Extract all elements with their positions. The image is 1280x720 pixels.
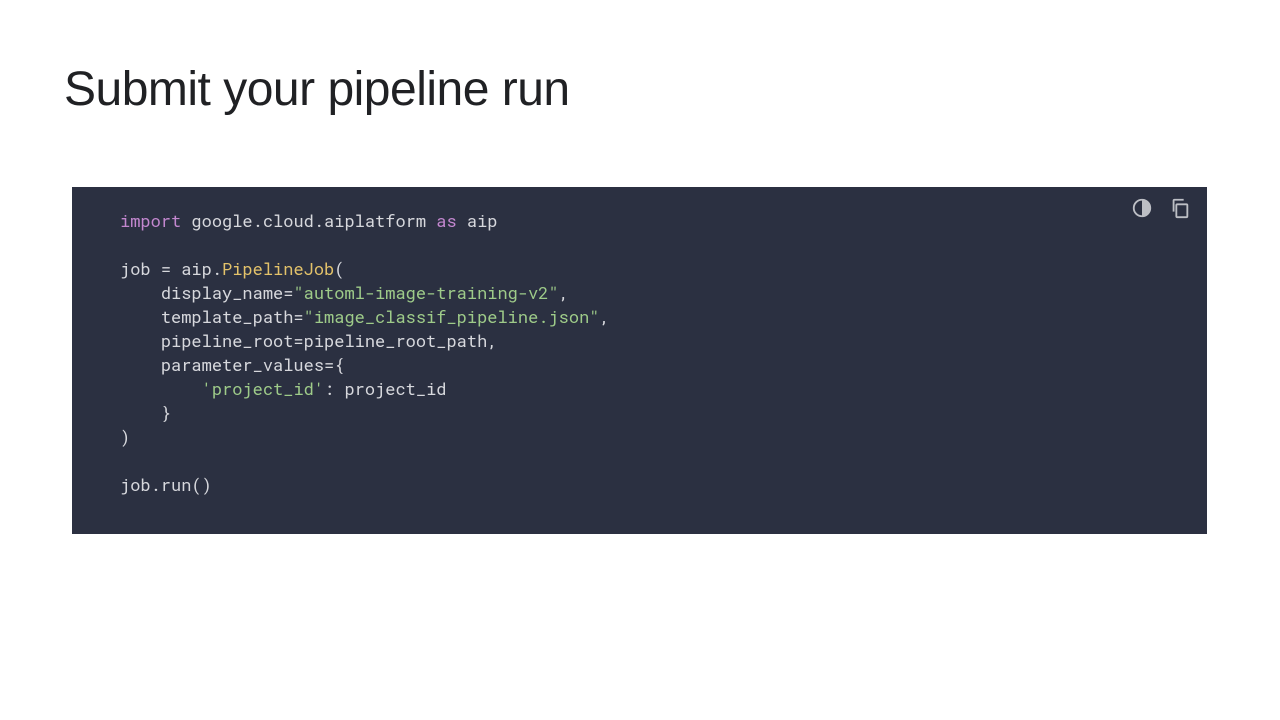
kwarg-display-name: display_name= bbox=[161, 281, 294, 304]
dict-key-project-id: 'project_id' bbox=[202, 377, 324, 400]
str-template-path: "image_classif_pipeline.json" bbox=[304, 305, 600, 328]
keyword-as: as bbox=[436, 209, 456, 232]
kwarg-template-path: template_path= bbox=[161, 305, 304, 328]
theme-toggle-icon[interactable] bbox=[1131, 197, 1153, 219]
close-brace: } bbox=[161, 401, 171, 424]
code-content: import google.cloud.aiplatform as aip jo… bbox=[120, 209, 1181, 497]
call-job-run: job.run() bbox=[120, 473, 212, 496]
copy-icon[interactable] bbox=[1169, 197, 1191, 219]
keyword-import: import bbox=[120, 209, 181, 232]
open-paren: ( bbox=[334, 257, 344, 280]
code-toolbar bbox=[1131, 197, 1191, 219]
kwarg-parameter-values: parameter_values={ bbox=[161, 353, 345, 376]
dot: . bbox=[212, 257, 222, 280]
kwarg-pipeline-root: pipeline_root=pipeline_root_path, bbox=[161, 329, 498, 352]
close-paren: ) bbox=[120, 425, 130, 448]
page-title: Submit your pipeline run bbox=[64, 62, 570, 117]
class-pipelinejob: PipelineJob bbox=[222, 257, 334, 280]
comma: , bbox=[600, 305, 610, 328]
comma: , bbox=[559, 281, 569, 304]
str-display-name: "automl-image-training-v2" bbox=[293, 281, 558, 304]
code-block: import google.cloud.aiplatform as aip jo… bbox=[72, 187, 1207, 534]
alias-ref: aip bbox=[181, 257, 212, 280]
alias: aip bbox=[467, 209, 498, 232]
module-name: google.cloud.aiplatform bbox=[191, 209, 426, 232]
equals: = bbox=[161, 257, 171, 280]
colon: : bbox=[324, 377, 334, 400]
var-project-id: project_id bbox=[344, 377, 446, 400]
var-job: job bbox=[120, 257, 151, 280]
